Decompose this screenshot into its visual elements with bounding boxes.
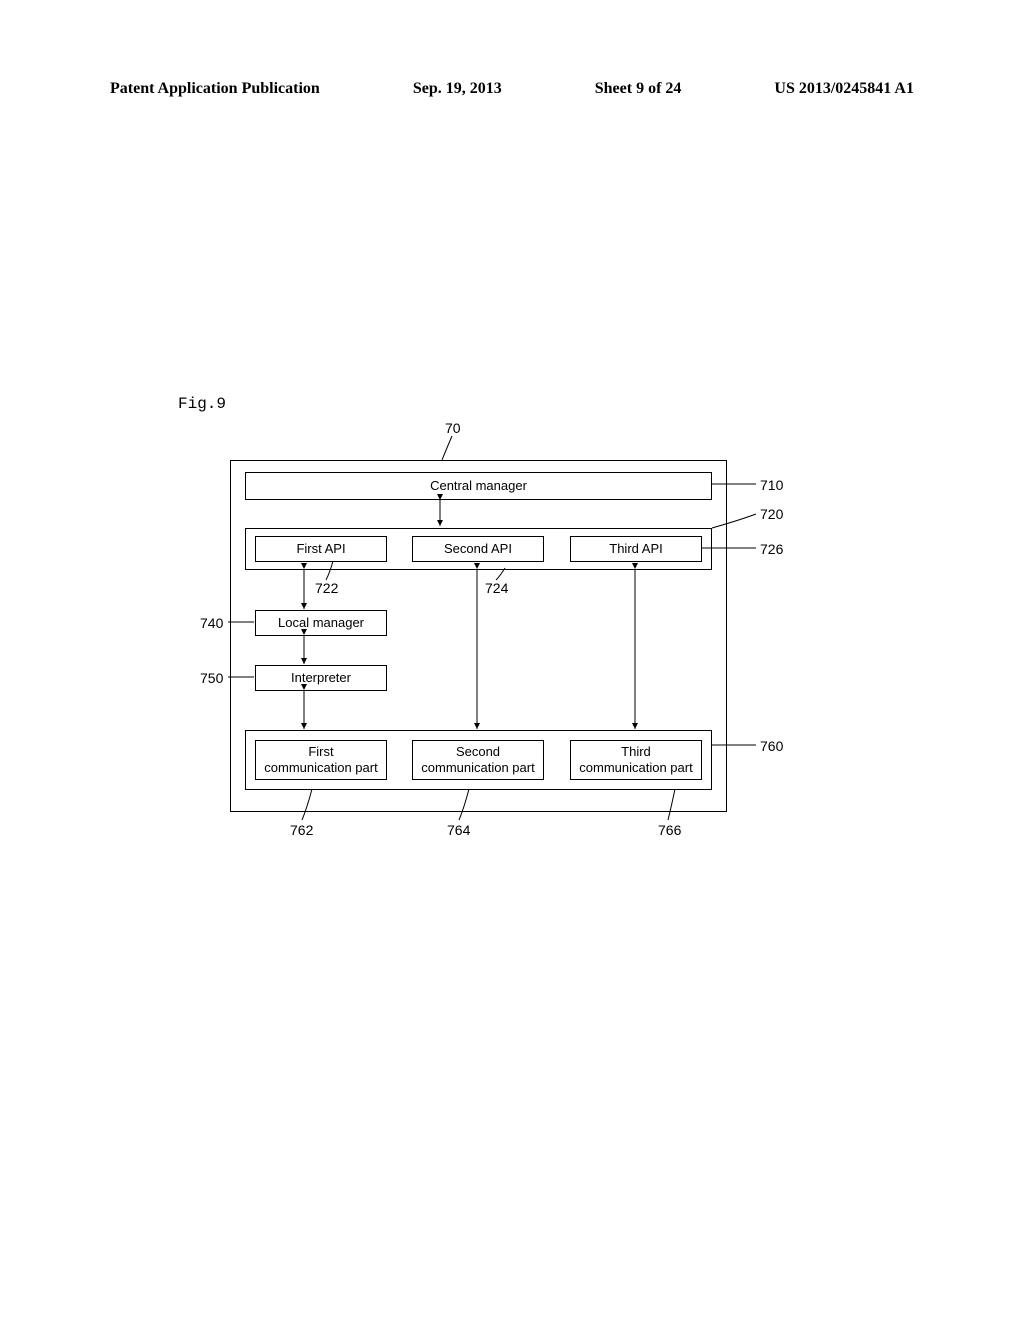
first-api-box: First API bbox=[255, 536, 387, 562]
diagram-container: 70 Central manager 710 720 First API Sec… bbox=[120, 420, 840, 850]
ref-760: 760 bbox=[760, 738, 783, 754]
local-manager-box: Local manager bbox=[255, 610, 387, 636]
ref-724: 724 bbox=[485, 580, 508, 596]
date-label: Sep. 19, 2013 bbox=[413, 80, 502, 98]
first-comm-box: First communication part bbox=[255, 740, 387, 780]
publication-label: Patent Application Publication bbox=[110, 80, 320, 98]
ref-766: 766 bbox=[658, 822, 681, 838]
second-api-box: Second API bbox=[412, 536, 544, 562]
central-manager-box: Central manager bbox=[245, 472, 712, 500]
ref-764: 764 bbox=[447, 822, 470, 838]
ref-726: 726 bbox=[760, 541, 783, 557]
page-header: Patent Application Publication Sep. 19, … bbox=[0, 80, 1024, 98]
second-comm-box: Second communication part bbox=[412, 740, 544, 780]
ref-762: 762 bbox=[290, 822, 313, 838]
ref-722: 722 bbox=[315, 580, 338, 596]
pubnum-label: US 2013/0245841 A1 bbox=[774, 80, 914, 98]
ref-720: 720 bbox=[760, 506, 783, 522]
third-api-box: Third API bbox=[570, 536, 702, 562]
third-comm-box: Third communication part bbox=[570, 740, 702, 780]
interpreter-box: Interpreter bbox=[255, 665, 387, 691]
sheet-label: Sheet 9 of 24 bbox=[595, 80, 682, 98]
ref-70: 70 bbox=[445, 420, 461, 436]
ref-750: 750 bbox=[200, 670, 223, 686]
ref-740: 740 bbox=[200, 615, 223, 631]
ref-710: 710 bbox=[760, 477, 783, 493]
figure-number: Fig.9 bbox=[178, 395, 226, 413]
